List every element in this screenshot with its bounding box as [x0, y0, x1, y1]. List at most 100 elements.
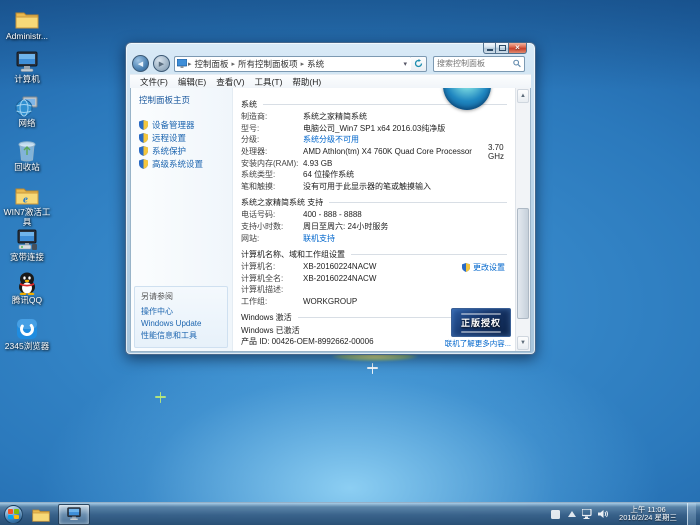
- user-folder-icon: [14, 7, 40, 31]
- row-value: XB-20160224NACW: [303, 273, 377, 283]
- show-desktop-button[interactable]: [687, 502, 696, 525]
- sidebar-item-action-center[interactable]: 操作中心: [141, 306, 221, 318]
- breadcrumb-control-panel[interactable]: 控制面板: [193, 58, 231, 70]
- breadcrumb-all-items[interactable]: 所有控制面板项: [236, 58, 300, 70]
- taskbar: 上午 11:06 2016/2/24 星期三: [0, 502, 700, 525]
- row-label: 支持小时数:: [241, 222, 284, 232]
- blue-swirl-app-icon: [14, 317, 40, 341]
- row-label: 安装内存(RAM):: [241, 158, 299, 168]
- row-label: 制造商:: [241, 112, 268, 122]
- sidebar-item-performance-tools[interactable]: 性能信息和工具: [141, 330, 221, 342]
- desktop-icon-label: 计算机: [14, 74, 40, 84]
- close-icon: ×: [515, 43, 520, 52]
- window-titlebar[interactable]: ×: [126, 43, 535, 54]
- sidebar-item-label: 远程设置: [152, 132, 187, 143]
- forward-icon: ▶: [158, 60, 165, 68]
- desktop-icon-win7-activator[interactable]: e WIN7激活工具: [2, 183, 52, 227]
- sidebar-item-remote-settings[interactable]: 远程设置: [139, 131, 232, 144]
- sidebar-item-system-protection[interactable]: 系统保护: [139, 144, 232, 157]
- genuine-windows-badge[interactable]: 正版授权: [451, 308, 511, 337]
- taskbar-explorer-button[interactable]: [28, 504, 54, 525]
- sidebar-item-device-manager[interactable]: 设备管理器: [139, 118, 232, 131]
- refresh-button[interactable]: [411, 55, 427, 72]
- minimize-icon: [486, 48, 493, 51]
- section-header: Windows 激活: [241, 313, 292, 323]
- row-label: 电话号码:: [241, 210, 276, 220]
- badge-label: 正版授权: [460, 318, 501, 328]
- uac-shield-icon: [139, 158, 148, 169]
- menu-file[interactable]: 文件(F): [140, 76, 168, 88]
- desktop-icon-broadband[interactable]: 宽带连接: [2, 228, 52, 263]
- row-value: 系统之家精简系统: [303, 112, 367, 122]
- rating-unavailable-link[interactable]: 系统分级不可用: [303, 134, 359, 145]
- menu-tools[interactable]: 工具(T): [255, 76, 283, 88]
- change-settings-link[interactable]: 更改设置: [462, 262, 505, 273]
- sidebar: 控制面板主页 设备管理器 远程设置 系统保护 高级系统设置 另请参阅 操作中心 …: [131, 88, 233, 351]
- menu-view[interactable]: 查看(V): [216, 76, 244, 88]
- back-icon: ◀: [137, 60, 144, 68]
- broadband-connection-icon: [14, 228, 40, 252]
- show-hidden-icons-icon[interactable]: [566, 507, 577, 521]
- maximize-button[interactable]: [496, 43, 509, 54]
- input-indicator-icon[interactable]: [550, 507, 561, 521]
- minimize-button[interactable]: [483, 43, 496, 54]
- taskbar-clock[interactable]: 上午 11:06 2016/2/24 星期三: [614, 505, 682, 523]
- search-box[interactable]: [433, 55, 525, 72]
- window-body: 控制面板主页 设备管理器 远程设置 系统保护 高级系统设置 另请参阅 操作中心 …: [130, 88, 531, 352]
- learn-more-online-link[interactable]: 联机了解更多内容...: [445, 338, 511, 349]
- desktop-icon-browser-app[interactable]: 2345浏览器: [2, 317, 52, 352]
- start-button[interactable]: [0, 503, 26, 525]
- row-value: 64 位操作系统: [303, 170, 355, 180]
- computer-icon: [14, 50, 40, 74]
- refresh-icon: [414, 59, 423, 68]
- back-button[interactable]: ◀: [132, 55, 149, 72]
- desktop-icon-qq[interactable]: 腾讯QQ: [2, 271, 52, 306]
- section-header: 系统之家精简系统 支持: [241, 198, 324, 208]
- scroll-down-button[interactable]: ▼: [517, 336, 529, 350]
- online-support-link[interactable]: 联机支持: [303, 233, 335, 244]
- system-window-icon: [67, 507, 81, 521]
- control-panel-icon: [177, 59, 187, 68]
- row-label: 型号:: [241, 123, 260, 133]
- menu-edit[interactable]: 编辑(E): [178, 76, 206, 88]
- network-tray-icon[interactable]: [582, 507, 593, 521]
- row-label: 计算机名:: [241, 262, 276, 272]
- address-bar[interactable]: ▸ 控制面板 ▸ 所有控制面板项 ▸ 系统 ▾: [174, 55, 412, 72]
- desktop-icon-network[interactable]: 网络: [2, 94, 52, 129]
- see-also-header: 另请参阅: [141, 292, 173, 301]
- qq-penguin-icon: [14, 271, 40, 295]
- forward-button[interactable]: ▶: [153, 55, 170, 72]
- close-button[interactable]: ×: [509, 43, 527, 54]
- scrollbar-thumb[interactable]: [517, 207, 529, 319]
- activation-status: Windows 已激活: [241, 325, 300, 335]
- desktop-icon-administrator[interactable]: Administr...: [2, 7, 52, 42]
- sidebar-item-label: 高级系统设置: [152, 158, 204, 169]
- address-dropdown-icon[interactable]: ▾: [401, 60, 409, 68]
- menu-bar: 文件(F) 编辑(E) 查看(V) 工具(T) 帮助(H): [130, 74, 531, 88]
- taskbar-system-task-button[interactable]: [58, 503, 90, 525]
- scroll-up-button[interactable]: ▲: [517, 89, 529, 103]
- desktop-icon-recycle-bin[interactable]: 回收站: [2, 138, 52, 173]
- sidebar-item-advanced-settings[interactable]: 高级系统设置: [139, 157, 232, 170]
- windows-start-orb: [3, 504, 23, 524]
- desktop-icon-computer[interactable]: 计算机: [2, 50, 52, 85]
- sidebar-item-control-panel-home[interactable]: 控制面板主页: [139, 94, 232, 106]
- badge-decoration: [461, 330, 501, 333]
- explorer-folder-icon: [32, 509, 50, 522]
- breadcrumb-system[interactable]: 系统: [305, 58, 326, 70]
- search-input[interactable]: [437, 59, 513, 68]
- processor-speed: 3.70 GHz: [487, 142, 504, 161]
- row-value: WORKGROUP: [303, 297, 358, 307]
- scrollbar-track[interactable]: [516, 104, 530, 335]
- vertical-scrollbar[interactable]: ▲ ▼: [515, 88, 530, 351]
- desktop-icon-label: WIN7激活工具: [3, 207, 51, 227]
- row-value: 没有可用于此显示器的笔或触摸输入: [303, 181, 431, 191]
- section-system: 系统 制造商: 系统之家精简系统 型号: 电脑公司_Win7 SP1 x64 201…: [241, 98, 507, 192]
- menu-help[interactable]: 帮助(H): [292, 76, 321, 88]
- navigation-bar: ◀ ▶ ▸ 控制面板 ▸ 所有控制面板项 ▸ 系统 ▾: [126, 53, 535, 74]
- desktop: Administr... 计算机 网络 回收站 e WIN7激活工具 宽带连接: [0, 0, 700, 525]
- badge-decoration: [461, 312, 501, 315]
- system-tray: 上午 11:06 2016/2/24 星期三: [550, 502, 700, 525]
- volume-tray-icon[interactable]: [598, 507, 609, 521]
- sidebar-item-windows-update[interactable]: Windows Update: [141, 318, 221, 330]
